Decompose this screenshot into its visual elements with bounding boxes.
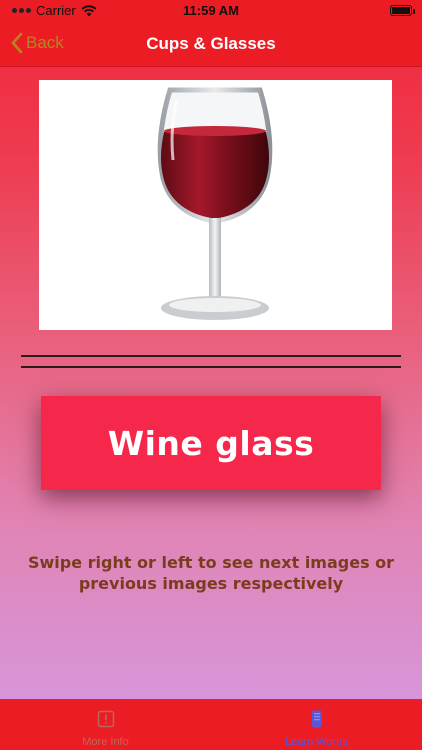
learn-icon	[312, 710, 322, 728]
status-bar: Carrier 11:59 AM	[0, 0, 422, 22]
tab-bar: More Info Learn Words	[0, 699, 422, 750]
tab-learn-words-label: Learn Words	[285, 736, 348, 748]
page-title: Cups & Glasses	[146, 34, 276, 53]
tab-learn-words[interactable]: Learn Words	[211, 699, 422, 750]
image-card[interactable]	[39, 80, 392, 330]
info-icon	[97, 710, 115, 728]
tab-more-info[interactable]: More Info	[0, 699, 211, 750]
divider-line-top	[21, 355, 401, 357]
swipe-hint: Swipe right or left to see next images o…	[27, 553, 395, 593]
navigation-bar: Back Cups & Glasses	[0, 22, 422, 67]
tab-more-info-label: More Info	[82, 736, 129, 748]
word-button[interactable]: Wine glass	[41, 396, 381, 490]
battery-icon	[390, 5, 412, 16]
wine-glass-image	[157, 87, 273, 320]
battery-cap	[413, 9, 415, 14]
clock: 11:59 AM	[183, 3, 239, 18]
divider-line-bottom	[21, 366, 401, 368]
word-label: Wine glass	[107, 423, 315, 463]
